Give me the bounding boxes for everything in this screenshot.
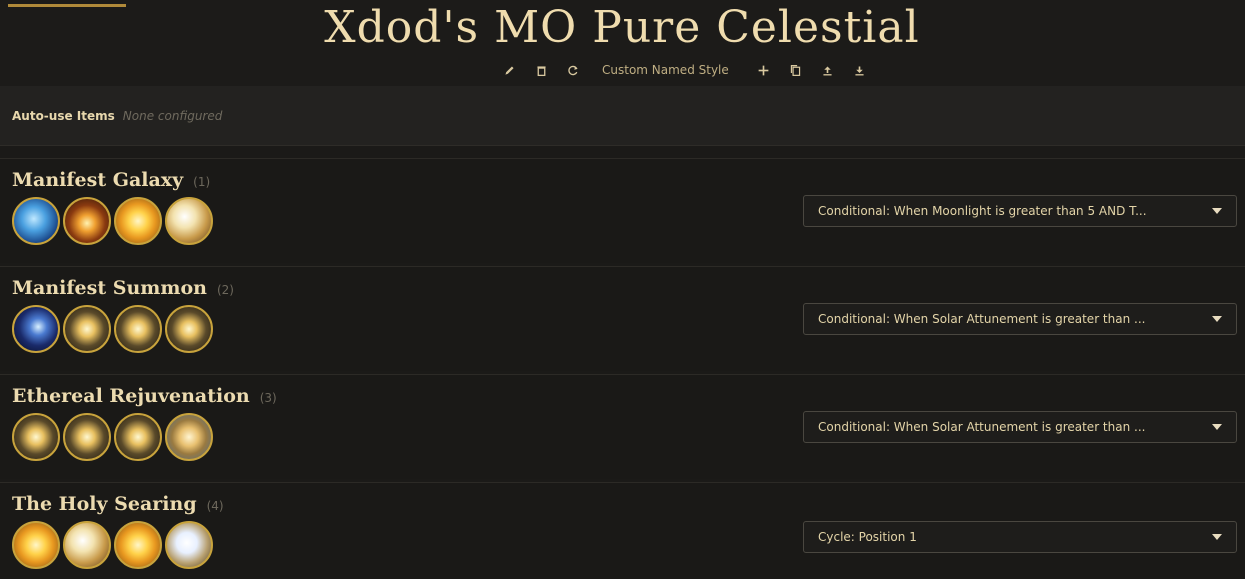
section-title: The Holy Searing (4) [12,493,224,515]
galaxy-icon[interactable] [12,305,60,353]
section-title: Manifest Galaxy (1) [12,169,210,191]
starburst-icon[interactable] [12,413,60,461]
chevron-down-icon [1212,534,1222,540]
download-icon[interactable] [851,61,869,79]
trash-icon[interactable] [532,61,550,79]
feather-icon[interactable] [165,521,213,569]
page: Xdod's MO Pure Celestial Custom Named St… [0,0,1245,579]
sun-icon[interactable] [114,197,162,245]
spell-icons [12,413,213,461]
blue-swirl-icon[interactable] [12,197,60,245]
condition-select[interactable]: Conditional: When Moonlight is greater t… [803,195,1237,227]
style-name-label[interactable]: Custom Named Style [602,63,729,77]
condition-select[interactable]: Conditional: When Solar Attunement is gr… [803,411,1237,443]
section-the-holy-searing: The Holy Searing (4) Cycle: Position 1 [0,482,1245,579]
starburst-icon[interactable] [63,305,111,353]
auto-use-label: Auto-use Items [12,108,115,123]
condition-text: Cycle: Position 1 [818,530,917,544]
section-name: Manifest Summon [12,277,207,299]
condition-select[interactable]: Conditional: When Solar Attunement is gr… [803,303,1237,335]
spell-icons [12,521,213,569]
section-manifest-summon: Manifest Summon (2) Conditional: When So… [0,266,1245,371]
starburst-icon[interactable] [63,413,111,461]
section-name: Ethereal Rejuvenation [12,385,250,407]
condition-text: Conditional: When Solar Attunement is gr… [818,420,1146,434]
starburst-icon[interactable] [114,305,162,353]
starburst-icon[interactable] [114,413,162,461]
sun-icon[interactable] [12,521,60,569]
wing-icon[interactable] [63,521,111,569]
chevron-down-icon [1212,316,1222,322]
toolbar: Custom Named Style [500,60,869,80]
starburst-icon[interactable] [165,305,213,353]
sun-icon[interactable] [114,521,162,569]
condition-text: Conditional: When Solar Attunement is gr… [818,312,1146,326]
section-number: (1) [193,175,211,189]
lion-emblem-icon[interactable] [165,413,213,461]
explosion-icon[interactable] [63,197,111,245]
section-ethereal-rejuvenation: Ethereal Rejuvenation (3) Conditional: W… [0,374,1245,479]
page-title: Xdod's MO Pure Celestial [324,2,920,53]
section-title: Manifest Summon (2) [12,277,234,299]
auto-use-bar: Auto-use Items None configured [0,86,1245,146]
section-name: Manifest Galaxy [12,169,184,191]
chevron-down-icon [1212,424,1222,430]
pencil-icon[interactable] [500,61,518,79]
plus-icon[interactable] [755,61,773,79]
section-number: (2) [216,283,234,297]
spell-icons [12,197,213,245]
condition-select[interactable]: Cycle: Position 1 [803,521,1237,553]
section-manifest-galaxy: Manifest Galaxy (1) Conditional: When Mo… [0,158,1245,263]
auto-use-value: None configured [122,108,223,123]
section-number: (3) [259,391,277,405]
spell-icons [12,305,213,353]
section-number: (4) [206,499,224,513]
copy-icon[interactable] [787,61,805,79]
section-name: The Holy Searing [12,493,197,515]
header: Xdod's MO Pure Celestial Custom Named St… [0,0,1245,86]
upload-icon[interactable] [819,61,837,79]
wing-icon[interactable] [165,197,213,245]
refresh-icon[interactable] [564,61,582,79]
chevron-down-icon [1212,208,1222,214]
condition-text: Conditional: When Moonlight is greater t… [818,204,1147,218]
section-title: Ethereal Rejuvenation (3) [12,385,277,407]
